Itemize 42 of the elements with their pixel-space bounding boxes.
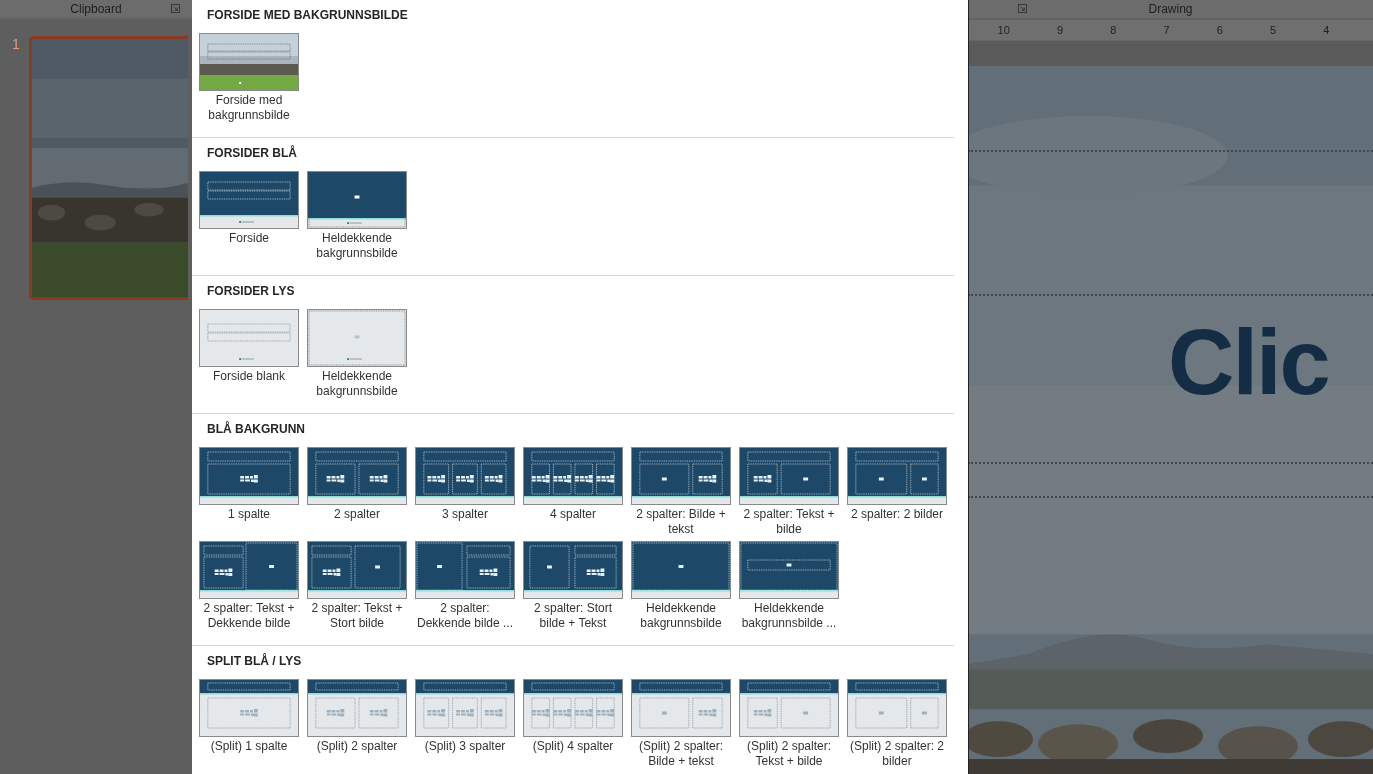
layout-option[interactable]: 2 spalter: Tekst + bilde <box>737 447 841 537</box>
layout-option[interactable]: Heldekkende bakgrunnsbilde <box>305 309 409 399</box>
ruler-number: 7 <box>1163 24 1170 36</box>
layout-option[interactable]: 3 spalter <box>413 447 517 537</box>
section-heading: SPLIT BLÅ / LYS <box>206 652 303 670</box>
ruler-number: 10 <box>997 24 1010 36</box>
layout-option[interactable]: 2 spalter: Dekkende bilde ... <box>413 541 517 631</box>
dialog-launcher-icon[interactable] <box>1018 4 1027 13</box>
ruler-number: 6 <box>1216 24 1223 36</box>
layout-option[interactable]: (Split) 2 spalter: 2 bilder <box>845 679 949 769</box>
layout-option[interactable]: 2 spalter: Bilde + tekst <box>629 447 733 537</box>
dialog-launcher-icon[interactable] <box>171 4 180 13</box>
group-label: Drawing <box>1148 1 1193 17</box>
group-label: Clipboard <box>70 1 122 17</box>
ruler-number: 4 <box>1323 24 1330 36</box>
ruler-number: 5 <box>1270 24 1277 36</box>
layout-option[interactable]: (Split) 2 spalter: Bilde + tekst <box>629 679 733 769</box>
section-heading: FORSIDE MED BAKGRUNNSBILDE <box>206 7 409 24</box>
ruler-number: 8 <box>1110 24 1117 36</box>
layout-option[interactable]: 2 spalter <box>305 447 409 537</box>
section-heading: FORSIDER BLÅ <box>206 144 298 162</box>
layout-option[interactable]: 2 spalter: Tekst + Stort bilde <box>305 541 409 631</box>
layout-option[interactable]: (Split) 2 spalter: Tekst + bilde <box>737 679 841 769</box>
layout-option[interactable]: Forside <box>197 171 301 261</box>
layout-option[interactable]: 4 spalter <box>521 447 625 537</box>
section-heading: BLÅ BAKGRUNN <box>206 420 306 438</box>
layout-option[interactable]: (Split) 4 spalter <box>521 679 625 769</box>
layout-option[interactable]: (Split) 3 spalter <box>413 679 517 769</box>
layout-option[interactable]: 2 spalter: Stort bilde + Tekst <box>521 541 625 631</box>
layout-option[interactable]: 2 spalter: Tekst + Dekkende bilde <box>197 541 301 631</box>
layout-option[interactable]: (Split) 2 spalter <box>305 679 409 769</box>
layout-option[interactable]: Heldekkende bakgrunnsbilde ... <box>737 541 841 631</box>
layout-option[interactable]: Heldekkende bakgrunnsbilde <box>629 541 733 631</box>
layout-option[interactable]: Heldekkende bakgrunnsbilde <box>305 171 409 261</box>
layout-option[interactable]: Forside med bakgrunnsbilde <box>197 33 301 123</box>
layout-option[interactable]: 1 spalte <box>197 447 301 537</box>
slide-number: 1 <box>12 36 20 52</box>
layout-option[interactable]: Forside blank <box>197 309 301 399</box>
layout-option[interactable]: 2 spalter: 2 bilder <box>845 447 949 537</box>
layout-option[interactable]: (Split) 1 spalte <box>197 679 301 769</box>
ruler-number: 9 <box>1056 24 1064 36</box>
section-heading: FORSIDER LYS <box>206 283 296 300</box>
